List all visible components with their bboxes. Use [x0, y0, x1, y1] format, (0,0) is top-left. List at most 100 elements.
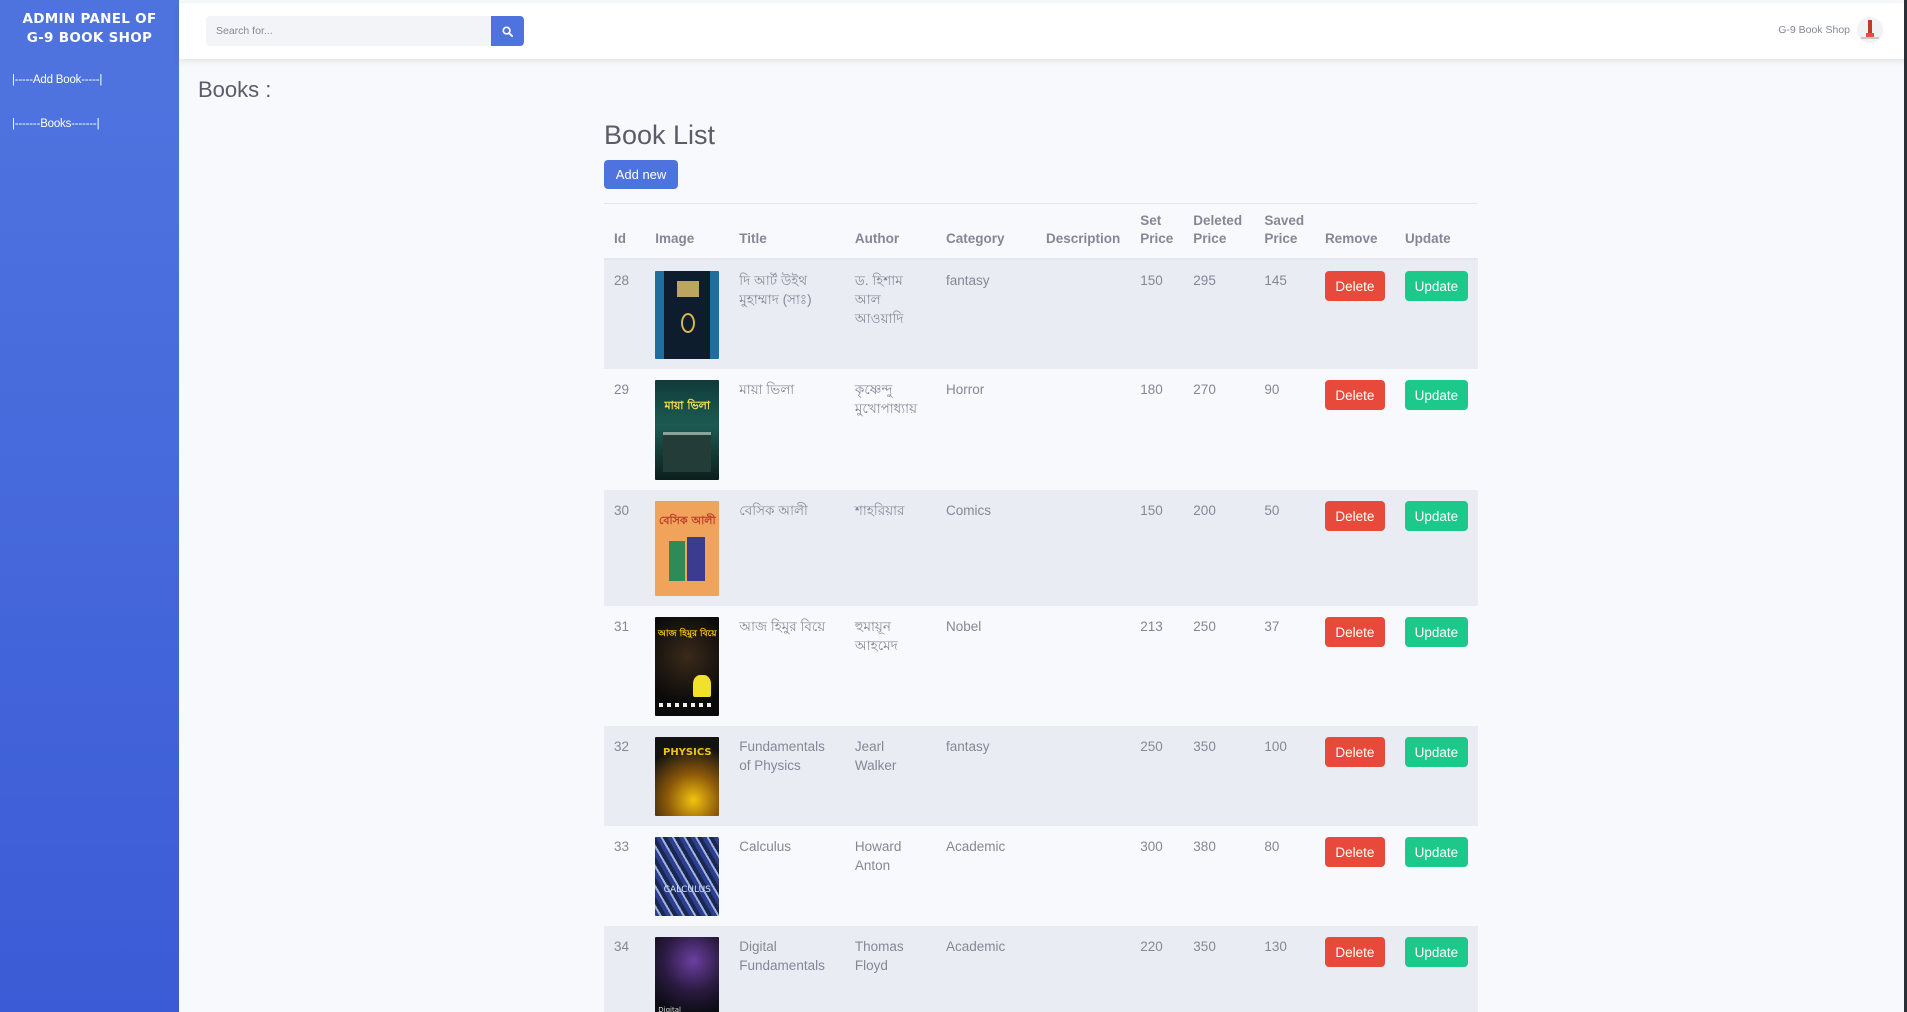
cell-image: আজ হিমুর বিয়ে: [645, 606, 730, 726]
book-cover-image: Digital Fundamentals: [655, 937, 720, 1012]
cell-image: [645, 259, 730, 369]
cell-author: Howard Anton: [844, 826, 936, 926]
cell-saved-price: 37: [1254, 606, 1315, 726]
sidebar: ADMIN PANEL OF G-9 BOOK SHOP |-----Add B…: [0, 0, 179, 1012]
col-header-description: Description: [1036, 203, 1131, 260]
col-header-title: Title: [729, 203, 845, 260]
add-new-button[interactable]: Add new: [604, 160, 678, 189]
update-button[interactable]: Update: [1404, 737, 1468, 767]
cell-category: fantasy: [936, 726, 1036, 826]
col-header-deleted-price: Deleted Price: [1183, 203, 1255, 260]
cell-remove: Delete: [1314, 726, 1395, 826]
cell-remove: Delete: [1314, 259, 1395, 369]
user-avatar[interactable]: [1857, 17, 1883, 43]
cell-description: [1036, 926, 1131, 1012]
search-button[interactable]: [491, 16, 524, 46]
cell-deleted-price: 270: [1183, 369, 1255, 490]
cell-saved-price: 50: [1254, 490, 1315, 606]
table-row: 29 মায়া ভিলা মায়া ভিলা কৃষ্ণেন্দু মুখো…: [604, 369, 1478, 490]
col-header-remove: Remove: [1314, 203, 1395, 260]
cell-title: আজ হিমুর বিয়ে: [729, 606, 845, 726]
cell-set-price: 213: [1130, 606, 1184, 726]
update-button[interactable]: Update: [1404, 937, 1468, 967]
cell-description: [1036, 490, 1131, 606]
cell-id: 30: [604, 490, 646, 606]
cell-description: [1036, 606, 1131, 726]
topbar: G-9 Book Shop: [179, 3, 1907, 59]
cell-deleted-price: 380: [1183, 826, 1255, 926]
table-row: 28 দি আর্ট উইথ মুহাম্মাদ (সাঃ) ড. হিশাম …: [604, 259, 1478, 369]
delete-button[interactable]: Delete: [1324, 617, 1385, 647]
cell-update: Update: [1394, 926, 1478, 1012]
brand-line-1: ADMIN PANEL OF: [22, 11, 157, 27]
cell-author: ড. হিশাম আল আওয়াদি: [844, 259, 936, 369]
cell-update: Update: [1394, 259, 1478, 369]
cell-saved-price: 90: [1254, 369, 1315, 490]
cell-description: [1036, 826, 1131, 926]
cell-image: বেসিক আলী: [645, 490, 730, 606]
book-list-title: Book List: [604, 120, 716, 150]
cell-update: Update: [1394, 606, 1478, 726]
cell-title: Calculus: [729, 826, 845, 926]
update-button[interactable]: Update: [1404, 501, 1468, 531]
book-cover-image: মায়া ভিলা: [655, 380, 720, 480]
table-row: 33 CALCULUS Calculus Howard Anton Academ…: [604, 826, 1478, 926]
cell-category: Nobel: [936, 606, 1036, 726]
cell-set-price: 180: [1130, 369, 1184, 490]
cell-category: Horror: [936, 369, 1036, 490]
cell-update: Update: [1394, 826, 1478, 926]
cell-title: Digital Fundamentals: [729, 926, 845, 1012]
cell-id: 31: [604, 606, 646, 726]
cell-category: Comics: [936, 490, 1036, 606]
user-name[interactable]: G-9 Book Shop: [1778, 24, 1850, 36]
cell-remove: Delete: [1314, 826, 1395, 926]
cell-title: দি আর্ট উইথ মুহাম্মাদ (সাঃ): [729, 259, 845, 369]
table-row: 34 Digital Fundamentals Digital Fundamen…: [604, 926, 1478, 1012]
cell-description: [1036, 259, 1131, 369]
delete-button[interactable]: Delete: [1324, 380, 1385, 410]
delete-button[interactable]: Delete: [1324, 271, 1385, 301]
cell-image: Digital Fundamentals: [645, 926, 730, 1012]
cell-category: fantasy: [936, 259, 1036, 369]
cell-author: Jearl Walker: [844, 726, 936, 826]
delete-button[interactable]: Delete: [1324, 501, 1385, 531]
col-header-saved-price: Saved Price: [1254, 203, 1315, 260]
delete-button[interactable]: Delete: [1324, 737, 1385, 767]
cell-update: Update: [1394, 369, 1478, 490]
cell-id: 34: [604, 926, 646, 1012]
table-header-row: Id Image Title Author Category Descripti…: [604, 203, 1478, 260]
delete-button[interactable]: Delete: [1324, 937, 1385, 967]
cell-image: মায়া ভিলা: [645, 369, 730, 490]
cell-category: Academic: [936, 826, 1036, 926]
sidebar-brand[interactable]: ADMIN PANEL OF G-9 BOOK SHOP: [0, 10, 179, 48]
cell-set-price: 250: [1130, 726, 1184, 826]
update-button[interactable]: Update: [1404, 271, 1468, 301]
col-header-category: Category: [936, 203, 1036, 260]
cell-id: 33: [604, 826, 646, 926]
sidebar-item-books[interactable]: |-------Books-------|: [12, 118, 100, 130]
cell-id: 28: [604, 259, 646, 369]
cell-saved-price: 100: [1254, 726, 1315, 826]
cell-id: 29: [604, 369, 646, 490]
cell-image: PHYSICS: [645, 726, 730, 826]
cell-remove: Delete: [1314, 606, 1395, 726]
cell-description: [1036, 726, 1131, 826]
search-form: [206, 16, 524, 46]
sidebar-item-add-book[interactable]: |-----Add Book-----|: [12, 74, 102, 86]
cell-deleted-price: 350: [1183, 926, 1255, 1012]
page-heading: Books :: [198, 77, 272, 102]
table-row: 30 বেসিক আলী বেসিক আলী শাহরিয়ার Comics …: [604, 490, 1478, 606]
col-header-set-price: Set Price: [1130, 203, 1184, 260]
book-cover-image: [655, 271, 720, 359]
update-button[interactable]: Update: [1404, 837, 1468, 867]
col-header-image: Image: [645, 203, 730, 260]
cell-author: শাহরিয়ার: [844, 490, 936, 606]
update-button[interactable]: Update: [1404, 617, 1468, 647]
cell-deleted-price: 295: [1183, 259, 1255, 369]
cell-deleted-price: 200: [1183, 490, 1255, 606]
update-button[interactable]: Update: [1404, 380, 1468, 410]
delete-button[interactable]: Delete: [1324, 837, 1385, 867]
book-cover-image: PHYSICS: [655, 737, 720, 816]
col-header-id: Id: [604, 203, 646, 260]
search-input[interactable]: [206, 16, 492, 46]
